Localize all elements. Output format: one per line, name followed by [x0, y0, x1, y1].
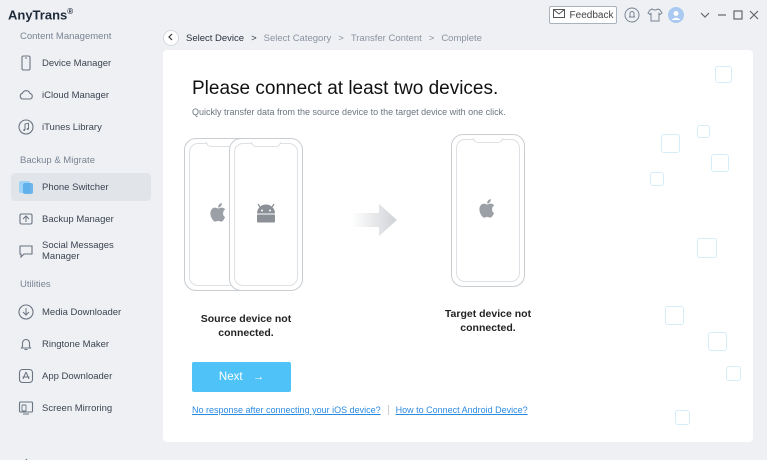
sidebar-item-label: Media Downloader — [42, 306, 122, 318]
mail-icon — [552, 9, 565, 21]
avatar[interactable] — [668, 7, 684, 23]
screen-mirror-icon — [18, 400, 34, 416]
sidebar-item-label: Phone Switcher — [42, 181, 109, 193]
crumb-select-device: Select Device — [186, 32, 245, 44]
android-icon — [252, 201, 280, 228]
maximize-icon[interactable] — [732, 8, 744, 20]
close-icon[interactable] — [748, 8, 760, 20]
crumb-select-category: Select Category — [263, 32, 332, 44]
sidebar-item-ringtone-maker[interactable]: Ringtone Maker — [11, 330, 151, 358]
sidebar-item-backup-manager[interactable]: Backup Manager — [11, 205, 151, 233]
section-title-backup-migrate: Backup & Migrate — [20, 155, 95, 166]
page-subtitle: Quickly transfer data from the source de… — [192, 107, 506, 117]
sidebar-item-label: Device Manager — [42, 57, 112, 69]
sidebar-item-label: Social Messages Manager — [42, 240, 114, 262]
sidebar-item-label: App Downloader — [42, 370, 113, 382]
sidebar-item-app-downloader[interactable]: App Downloader — [11, 362, 151, 390]
download-icon — [18, 304, 34, 320]
app-title: AnyTrans® — [8, 7, 74, 23]
section-title-utilities: Utilities — [20, 279, 51, 290]
sidebar-item-screen-mirroring[interactable]: Screen Mirroring — [11, 394, 151, 422]
sidebar-item-label: Ringtone Maker — [42, 338, 110, 350]
app-store-icon — [18, 368, 34, 384]
chevron-down-icon[interactable] — [699, 8, 711, 20]
transfer-arrow-icon — [351, 200, 399, 240]
title-bar: AnyTrans® Feedback — [0, 0, 767, 30]
feedback-label: Feedback — [569, 9, 614, 21]
device-icon — [18, 55, 34, 71]
sidebar-item-label: iTunes Library — [42, 121, 102, 133]
feedback-button[interactable]: Feedback — [549, 6, 617, 24]
page-title: Please connect at least two devices. — [192, 78, 499, 99]
main-panel: Please connect at least two devices. Qui… — [163, 50, 753, 442]
back-button[interactable] — [163, 30, 179, 46]
sidebar-item-itunes-library[interactable]: iTunes Library — [11, 113, 151, 141]
crumb-separator: > — [251, 32, 257, 44]
ios-help-link[interactable]: No response after connecting your iOS de… — [192, 405, 381, 415]
decorative-square — [697, 125, 710, 138]
sidebar: Content Management Device Manager iCloud… — [0, 28, 160, 460]
cloud-icon — [18, 87, 34, 103]
apple-icon — [208, 201, 230, 228]
help-links: No response after connecting your iOS de… — [192, 405, 528, 415]
chat-icon — [18, 243, 34, 259]
target-device-status: Target device not connected. — [444, 308, 532, 334]
arrow-right-icon: → — [252, 371, 265, 383]
sidebar-item-media-downloader[interactable]: Media Downloader — [11, 298, 151, 326]
sidebar-item-device-manager[interactable]: Device Manager — [11, 49, 151, 77]
apple-icon — [477, 197, 499, 224]
collapse-sidebar-icon[interactable] — [20, 456, 30, 460]
crumb-separator: > — [428, 32, 435, 44]
sidebar-item-icloud-manager[interactable]: iCloud Manager — [11, 81, 151, 109]
decorative-square — [726, 366, 741, 381]
bell-icon — [18, 336, 34, 352]
next-label: Next — [218, 371, 243, 383]
decorative-square — [650, 172, 664, 186]
decorative-square — [708, 332, 727, 351]
minimize-icon[interactable] — [716, 8, 728, 20]
decorative-square — [697, 238, 717, 258]
sidebar-item-social-messages-manager[interactable]: Social Messages Manager — [11, 237, 151, 265]
backup-icon — [18, 211, 34, 227]
breadcrumb: Select Device > Select Category > Transf… — [163, 29, 482, 47]
decorative-square — [675, 410, 690, 425]
music-icon — [18, 119, 34, 135]
decorative-square — [661, 134, 680, 153]
decorative-square — [715, 66, 732, 83]
sidebar-item-phone-switcher[interactable]: Phone Switcher — [11, 173, 151, 201]
decorative-square — [711, 154, 729, 172]
target-phone — [451, 134, 525, 287]
decorative-square — [665, 306, 684, 325]
source-device-status: Source device not connected. — [200, 313, 292, 339]
section-title-content-management: Content Management — [20, 31, 112, 42]
sidebar-item-label: Screen Mirroring — [42, 402, 113, 414]
crumb-separator: > — [338, 32, 344, 44]
next-button[interactable]: Next → — [192, 362, 291, 392]
sidebar-item-label: iCloud Manager — [42, 89, 110, 101]
android-help-link[interactable]: How to Connect Android Device? — [396, 405, 528, 415]
crumb-transfer-content: Transfer Content — [350, 32, 422, 44]
crumb-complete: Complete — [441, 32, 482, 44]
phone-switcher-icon — [18, 179, 34, 195]
chevron-left-icon — [167, 33, 175, 44]
notification-icon[interactable] — [624, 7, 640, 23]
source-phone-front — [229, 138, 303, 291]
shirt-icon[interactable] — [647, 7, 663, 23]
link-divider — [387, 405, 389, 415]
sidebar-item-label: Backup Manager — [42, 213, 114, 225]
